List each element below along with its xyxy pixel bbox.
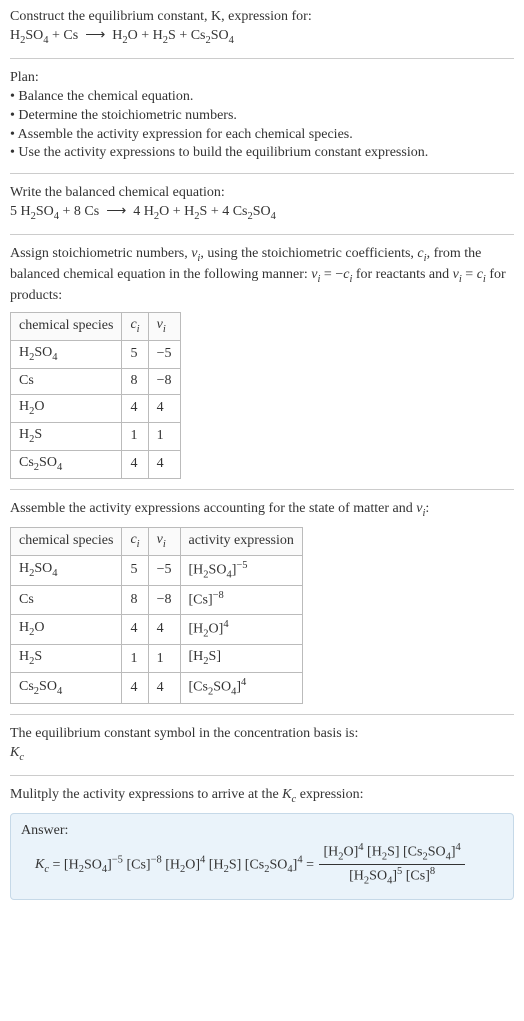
table-row: Cs 8 −8 [Cs]−8	[11, 586, 303, 615]
table-row: H2SO4 5 −5 [H2SO4]−5	[11, 555, 303, 586]
cell-species: H2S	[11, 645, 122, 673]
stoich-table: chemical species ci νi H2SO4 5 −5 Cs 8 −…	[10, 312, 181, 479]
cell-vi: 1	[148, 422, 180, 450]
cell-vi: 4	[148, 673, 180, 704]
answer-denominator: [H2SO4]5 [Cs]8	[319, 865, 464, 889]
answer-expression: Kc = [H2SO4]−5 [Cs]−8 [H2O]4 [H2S] [Cs2S…	[21, 841, 503, 889]
cell-species: Cs2SO4	[11, 673, 122, 704]
cell-vi: −5	[148, 340, 180, 368]
col-species: chemical species	[11, 527, 122, 555]
prompt-line1: Construct the equilibrium constant, K, e…	[10, 8, 514, 27]
cell-ci: 8	[122, 586, 148, 615]
table-row: H2S 1 1	[11, 422, 181, 450]
cell-species: H2SO4	[11, 340, 122, 368]
table-header-row: chemical species ci νi	[11, 313, 181, 341]
cell-ci: 4	[122, 673, 148, 704]
divider	[10, 775, 514, 776]
cell-species: Cs	[11, 586, 122, 615]
col-activity: activity expression	[180, 527, 302, 555]
table-header-row: chemical species ci νi activity expressi…	[11, 527, 303, 555]
answer-numerator: [H2O]4 [H2S] [Cs2SO4]4	[319, 841, 464, 866]
cell-activity: [H2O]4	[180, 614, 302, 645]
col-ci: ci	[122, 527, 148, 555]
divider	[10, 489, 514, 490]
assign-text: Assign stoichiometric numbers, νi, using…	[10, 245, 514, 306]
cell-vi: 4	[148, 394, 180, 422]
divider	[10, 714, 514, 715]
cell-species: H2O	[11, 394, 122, 422]
activity-table: chemical species ci νi activity expressi…	[10, 527, 303, 704]
plan-item: • Balance the chemical equation.	[10, 88, 514, 107]
cell-ci: 4	[122, 450, 148, 478]
answer-box: Answer: Kc = [H2SO4]−5 [Cs]−8 [H2O]4 [H2…	[10, 813, 514, 900]
cell-species: H2S	[11, 422, 122, 450]
cell-ci: 1	[122, 645, 148, 673]
col-vi: νi	[148, 527, 180, 555]
divider	[10, 173, 514, 174]
balanced-title: Write the balanced chemical equation:	[10, 184, 514, 203]
col-ci: ci	[122, 313, 148, 341]
col-species: chemical species	[11, 313, 122, 341]
cell-species: H2SO4	[11, 555, 122, 586]
symbol-value: Kc	[10, 744, 514, 765]
plan-item: • Use the activity expressions to build …	[10, 144, 514, 163]
divider	[10, 234, 514, 235]
cell-ci: 5	[122, 555, 148, 586]
table-row: Cs2SO4 4 4 [Cs2SO4]4	[11, 673, 303, 704]
answer-label: Answer:	[21, 822, 503, 841]
table-row: H2O 4 4	[11, 394, 181, 422]
cell-activity: [Cs]−8	[180, 586, 302, 615]
table-row: Cs 8 −8	[11, 368, 181, 394]
cell-vi: −8	[148, 368, 180, 394]
table-row: H2O 4 4 [H2O]4	[11, 614, 303, 645]
cell-activity: [H2SO4]−5	[180, 555, 302, 586]
cell-species: Cs	[11, 368, 122, 394]
cell-activity: [Cs2SO4]4	[180, 673, 302, 704]
cell-vi: −8	[148, 586, 180, 615]
plan-item: • Determine the stoichiometric numbers.	[10, 107, 514, 126]
prompt-text: Construct the equilibrium constant, K, e…	[10, 9, 312, 24]
cell-vi: −5	[148, 555, 180, 586]
cell-vi: 4	[148, 614, 180, 645]
plan-item: • Assemble the activity expression for e…	[10, 126, 514, 145]
cell-species: Cs2SO4	[11, 450, 122, 478]
cell-ci: 4	[122, 394, 148, 422]
table-row: Cs2SO4 4 4	[11, 450, 181, 478]
symbol-line: The equilibrium constant symbol in the c…	[10, 725, 514, 744]
prompt-equation: H2SO4 + Cs ⟶ H2O + H2S + Cs2SO4	[10, 27, 514, 48]
cell-ci: 1	[122, 422, 148, 450]
plan-title: Plan:	[10, 69, 514, 88]
multiply-line: Mulitply the activity expressions to arr…	[10, 786, 514, 807]
balanced-equation: 5 H2SO4 + 8 Cs ⟶ 4 H2O + H2S + 4 Cs2SO4	[10, 203, 514, 224]
activity-text: Assemble the activity expressions accoun…	[10, 500, 514, 521]
cell-ci: 8	[122, 368, 148, 394]
table-row: H2SO4 5 −5	[11, 340, 181, 368]
col-vi: νi	[148, 313, 180, 341]
cell-ci: 5	[122, 340, 148, 368]
table-row: H2S 1 1 [H2S]	[11, 645, 303, 673]
cell-ci: 4	[122, 614, 148, 645]
cell-vi: 4	[148, 450, 180, 478]
cell-vi: 1	[148, 645, 180, 673]
cell-species: H2O	[11, 614, 122, 645]
cell-activity: [H2S]	[180, 645, 302, 673]
divider	[10, 58, 514, 59]
